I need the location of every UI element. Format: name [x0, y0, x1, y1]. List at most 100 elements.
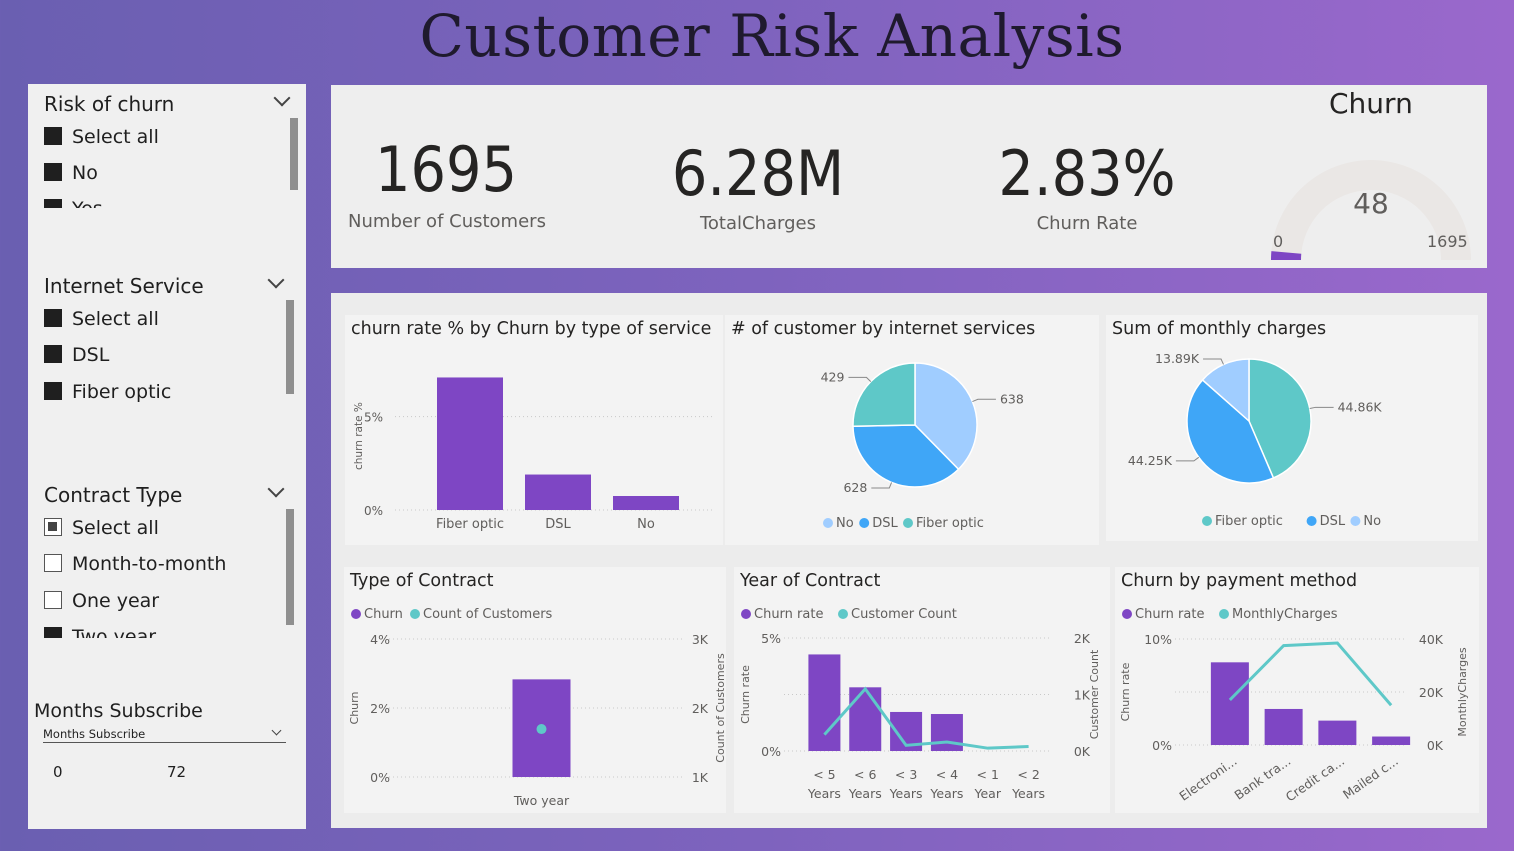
legend-label: Churn [364, 607, 403, 622]
checkbox[interactable] [44, 199, 62, 208]
y-axis-label: Churn [348, 692, 361, 725]
y-tick-label: 0% [1152, 738, 1172, 753]
charts-panel: churn rate % by Churn by type of service… [331, 293, 1487, 828]
legend-marker [1219, 609, 1229, 619]
chevron-down-icon[interactable] [267, 271, 285, 289]
x-tick-label: < 3 [895, 767, 917, 782]
chevron-down-icon[interactable] [267, 480, 285, 498]
slicer-title: Risk of churn [44, 92, 175, 116]
legend-marker [838, 609, 848, 619]
slicer-option-yes[interactable]: Yes [44, 198, 284, 208]
bar [613, 496, 679, 510]
checkbox[interactable] [44, 591, 62, 609]
slice-value-label: 429 [821, 369, 845, 384]
y2-tick-label: 0K [1427, 738, 1444, 753]
slicer-option-select-all[interactable]: Select all [44, 126, 284, 152]
slicer-scrollbar[interactable] [290, 118, 298, 190]
leader-line [1309, 406, 1334, 410]
slicer-option-no[interactable]: No [44, 162, 284, 188]
y2-tick-label: 3K [692, 632, 709, 647]
checkbox[interactable] [44, 345, 62, 363]
internet-service-slicer: Internet Service Select all DSL Fiber op… [28, 266, 306, 406]
bar [1318, 720, 1357, 745]
legend-marker [1306, 516, 1317, 526]
months-subscribe-dropdown[interactable]: Months Subscribe [43, 725, 286, 743]
gauge-min: 0 [1273, 232, 1284, 251]
legend-label: Count of Customers [423, 607, 553, 622]
y-axis-label: churn rate % [353, 402, 365, 470]
checkbox[interactable] [44, 163, 62, 181]
slice-value-label: 628 [843, 480, 867, 495]
bar [525, 474, 591, 510]
bar [1264, 708, 1303, 745]
slicer-option-select-all[interactable]: Select all [44, 308, 284, 334]
gauge-max: 1695 [1427, 232, 1468, 251]
checkbox[interactable] [44, 554, 62, 572]
slicer-title: Months Subscribe [34, 700, 203, 722]
checkbox[interactable] [44, 127, 62, 145]
pie-slice [852, 362, 916, 427]
y2-tick-label: 1K [692, 770, 709, 785]
risk-of-churn-slicer: Risk of churn Select all No Yes [28, 84, 306, 224]
churn-by-payment-chart: Churn rate MonthlyCharges 0% 10% 0K 20K 40K Chu… [1119, 607, 1469, 804]
customers-by-internet-card: # of customer by internet services 638 62… [725, 315, 1099, 545]
y-axis-label: Churn rate [739, 665, 752, 724]
x-tick-label: Years [807, 786, 841, 801]
line-point [536, 724, 547, 735]
kpi-churn-rate-label: Churn Rate [1036, 213, 1138, 234]
slice-value-label: 44.25K [1128, 453, 1173, 468]
slicer-option-dsl[interactable]: DSL [44, 344, 284, 370]
legend-marker [1350, 516, 1361, 526]
legend-label: No [836, 516, 854, 531]
kpi-churn-rate-value: 2.83% [998, 137, 1176, 210]
range-max-value[interactable]: 72 [167, 763, 186, 781]
x-tick-label: < 4 [936, 767, 958, 782]
x-tick-label: Electroni... [1176, 753, 1239, 804]
contract-type-slicer: Contract Type Select all Month-to-month … [28, 475, 306, 645]
checkbox[interactable] [44, 309, 62, 327]
slicer-option-select-all[interactable]: Select all [44, 517, 284, 543]
y-tick-label: 0% [370, 770, 390, 785]
checkbox[interactable] [44, 518, 62, 536]
legend-label: Churn rate [1135, 607, 1204, 622]
months-subscribe-slicer: Months Subscribe Months Subscribe 0 72 [28, 689, 306, 799]
chevron-down-icon[interactable] [271, 725, 282, 736]
slicer-scrollbar[interactable] [286, 509, 294, 625]
gauge-value: 48 [1353, 187, 1389, 220]
legend-marker [351, 609, 361, 619]
chevron-down-icon[interactable] [273, 89, 291, 107]
leader-line [1175, 456, 1200, 462]
y2-tick-label: 2K [692, 701, 709, 716]
year-of-contract-chart: Churn rate Customer Count0%5%0K1K2KChurn … [739, 607, 1101, 801]
slicer-option-month-to-month[interactable]: Month-to-month [44, 553, 284, 579]
slicer-option-fiber-optic[interactable]: Fiber optic [44, 381, 284, 407]
customers-by-internet-chart: 638 628 429 No DSL Fiber optic [821, 362, 1024, 531]
gauge-title: Churn [1329, 87, 1413, 120]
y-tick-label: 4% [370, 632, 390, 647]
y2-tick-label: 2K [1074, 631, 1091, 646]
slicer-option-two-year[interactable]: Two year [44, 626, 284, 638]
y-tick-label: 0% [761, 744, 781, 759]
churn-by-service-card: churn rate % by Churn by type of service… [345, 315, 723, 545]
legend-label: DSL [1320, 514, 1346, 529]
slicer-scrollbar[interactable] [286, 300, 294, 394]
kpi-charges-label: TotalCharges [699, 213, 816, 234]
x-tick-label: Two year [513, 793, 570, 808]
range-min-value[interactable]: 0 [53, 763, 63, 781]
x-tick-label: Credit ca... [1283, 753, 1347, 804]
checkbox[interactable] [44, 382, 62, 400]
slice-value-label: 44.86K [1338, 399, 1383, 414]
checkbox[interactable] [44, 627, 62, 638]
monthly-charges-chart: 44.86K 44.25K 13.89K Fiber optic DSL No [1128, 351, 1383, 529]
dashboard-title: Customer Risk Analysis [419, 2, 1125, 70]
legend-marker [903, 518, 913, 528]
y-axis-label: Churn rate [1119, 662, 1132, 721]
legend-label: Customer Count [851, 607, 957, 622]
slicer-title: Contract Type [44, 483, 183, 507]
x-tick-label: < 5 [813, 767, 835, 782]
y2-tick-label: 0K [1074, 744, 1091, 759]
legend-marker [823, 518, 833, 528]
slicer-option-one-year[interactable]: One year [44, 590, 284, 616]
bar [930, 714, 963, 751]
legend-label: Fiber optic [1215, 514, 1283, 529]
